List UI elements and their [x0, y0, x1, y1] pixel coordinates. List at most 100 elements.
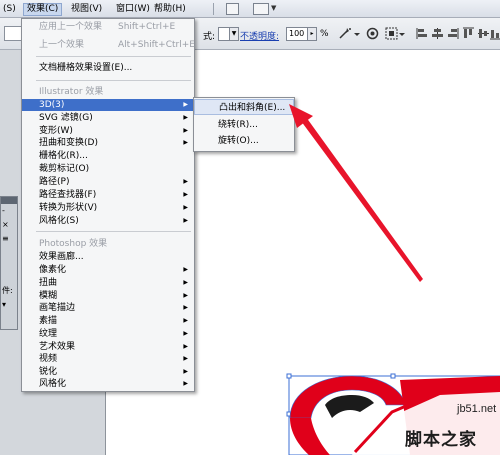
menu-section-illustrator: Illustrator 效果 — [39, 87, 104, 97]
menu-item-stylize-ps[interactable]: 风格化 ▶ — [22, 378, 194, 390]
menu-item-apply-last-effect[interactable]: 应用上一个效果 Shift+Ctrl+E — [22, 21, 194, 33]
panel-header[interactable] — [1, 197, 17, 204]
menu-separator — [36, 80, 191, 81]
isolate-icon[interactable] — [366, 27, 379, 40]
align-right-icon[interactable] — [446, 27, 459, 40]
menu-item-crop-marks[interactable]: 裁剪标记(O) — [22, 163, 194, 175]
menu-item-label: 路径(P) — [39, 177, 70, 187]
menu-item-sharpen[interactable]: 锐化 ▶ — [22, 366, 194, 378]
menu-view[interactable]: 视图(V) — [68, 3, 105, 16]
menu-item-texture[interactable]: 纹理 ▶ — [22, 328, 194, 340]
menu-item-shortcut: Shift+Ctrl+E — [118, 22, 176, 32]
menu-item-shortcut: Alt+Shift+Ctrl+E — [118, 40, 195, 50]
menu-item-label: 画笔描边 — [39, 303, 76, 313]
style-label: 式: — [203, 32, 216, 42]
menu-item-distort-transform[interactable]: 扭曲和变换(D) ▶ — [22, 137, 194, 149]
align-caret-icon[interactable] — [398, 27, 406, 40]
menu-item-label: 变形(W) — [39, 126, 73, 136]
menu-item-brush-strokes[interactable]: 画笔描边 ▶ — [22, 302, 194, 314]
percent-label: % — [320, 29, 329, 39]
menu-item-path[interactable]: 路径(P) ▶ — [22, 176, 194, 188]
menu-item-label: 锐化 — [39, 367, 58, 377]
menu-help[interactable]: 帮助(H) — [151, 3, 189, 16]
menu-item-stylize[interactable]: 风格化(S) ▶ — [22, 215, 194, 227]
menu-item-3d[interactable]: 3D(3) ▶ — [22, 99, 194, 111]
panel-row[interactable]: × — [1, 218, 17, 232]
menu-bar: (S) 效果(C) 视图(V) 窗口(W) 帮助(H) ▼ — [0, 0, 500, 18]
submenu-arrow-icon: ▶ — [183, 279, 188, 286]
menu-item-video[interactable]: 视频 ▶ — [22, 353, 194, 365]
opacity-label[interactable]: 不透明度: — [240, 29, 279, 42]
menu-item-label: 扭曲和变换(D) — [39, 138, 98, 148]
align-center-icon[interactable] — [431, 27, 443, 40]
align-left-icon[interactable] — [416, 27, 428, 40]
menu-item-warp[interactable]: 变形(W) ▶ — [22, 125, 194, 137]
align-middle-icon[interactable] — [477, 27, 489, 40]
style-dropdown[interactable]: ▼ — [229, 27, 239, 41]
menu-item-extrude-bevel[interactable]: 凸出和斜角(E)... — [194, 99, 294, 115]
recolor-caret-icon[interactable] — [353, 27, 361, 40]
panel-row[interactable]: ▾ — [1, 298, 17, 312]
recolor-artwork-icon[interactable] — [338, 27, 351, 40]
align-options-icon[interactable] — [385, 27, 398, 40]
submenu-arrow-icon: ▶ — [183, 368, 188, 375]
floating-panel[interactable]: - × ≡ 件: ▾ — [0, 196, 18, 330]
submenu-arrow-icon: ▶ — [183, 355, 188, 362]
submenu-arrow-icon: ▶ — [183, 304, 188, 311]
submenu-arrow-icon: ▶ — [183, 330, 188, 337]
menu-item-label: 扭曲 — [39, 278, 58, 288]
panel-row: 件: — [2, 286, 13, 295]
menu-item-convert-to-shape[interactable]: 转换为形状(V) ▶ — [22, 202, 194, 214]
menu-item-document-raster-settings[interactable]: 文档栅格效果设置(E)... — [22, 62, 194, 74]
menu-item-label: 上一个效果 — [39, 40, 85, 50]
menu-item-pixelate[interactable]: 像素化 ▶ — [22, 264, 194, 276]
arrange-documents-icon[interactable] — [253, 3, 269, 15]
submenu-arrow-icon: ▶ — [183, 343, 188, 350]
watermark-url: jb51.net — [457, 403, 497, 415]
submenu-3d: 凸出和斜角(E)... 绕转(R)... 旋转(O)... — [193, 97, 295, 152]
menu-item-label: 路径查找器(F) — [39, 190, 97, 200]
submenu-arrow-icon: ▶ — [183, 380, 188, 387]
menu-item-effect-gallery[interactable]: 效果画廊... — [22, 251, 194, 263]
menu-item-distort[interactable]: 扭曲 ▶ — [22, 277, 194, 289]
menu-item-label: 3D(3) — [39, 100, 65, 110]
menu-window[interactable]: 窗口(W) — [113, 3, 153, 16]
menu-section-photoshop: Photoshop 效果 — [39, 239, 108, 249]
menu-select[interactable]: (S) — [0, 3, 19, 16]
menu-item-label: 模糊 — [39, 291, 58, 301]
menu-item-sketch[interactable]: 素描 ▶ — [22, 315, 194, 327]
align-top-icon[interactable] — [462, 27, 474, 40]
menu-item-label: 风格化(S) — [39, 216, 79, 226]
panel-row[interactable]: - — [1, 204, 17, 218]
submenu-arrow-icon: ▶ — [183, 317, 188, 324]
watermark-site-name: 脚本之家 — [405, 430, 477, 450]
submenu-arrow-icon: ▶ — [183, 217, 188, 224]
align-bottom-icon[interactable] — [490, 27, 500, 40]
menu-item-blur[interactable]: 模糊 ▶ — [22, 290, 194, 302]
menu-item-label: SVG 滤镜(G) — [39, 113, 93, 123]
panel-row[interactable]: ≡ — [1, 232, 17, 246]
bridge-icon[interactable] — [226, 3, 239, 15]
menu-item-svg-filters[interactable]: SVG 滤镜(G) ▶ — [22, 112, 194, 124]
menu-item-label: 素描 — [39, 316, 58, 326]
menu-item-label: 艺术效果 — [39, 342, 76, 352]
effect-menu: 应用上一个效果 Shift+Ctrl+E 上一个效果 Alt+Shift+Ctr… — [21, 18, 195, 392]
opacity-input[interactable]: 100 — [286, 27, 308, 41]
submenu-arrow-icon: ▶ — [183, 204, 188, 211]
submenu-arrow-icon: ▶ — [183, 178, 188, 185]
menu-item-label: 纹理 — [39, 329, 58, 339]
menu-item-rasterize[interactable]: 栅格化(R)... — [22, 150, 194, 162]
opacity-dropdown[interactable]: ▸ — [307, 27, 317, 41]
menu-item-rotate[interactable]: 旋转(O)... — [194, 133, 294, 149]
menu-effect[interactable]: 效果(C) — [23, 3, 63, 16]
menu-item-revolve[interactable]: 绕转(R)... — [194, 117, 294, 133]
submenu-arrow-icon: ▶ — [183, 266, 188, 273]
menu-item-label: 视频 — [39, 354, 58, 364]
submenu-arrow-icon: ▶ — [183, 127, 188, 134]
menu-item-pathfinder[interactable]: 路径查找器(F) ▶ — [22, 189, 194, 201]
submenu-arrow-icon: ▶ — [183, 114, 188, 121]
menu-item-artistic[interactable]: 艺术效果 ▶ — [22, 341, 194, 353]
menu-item-last-effect[interactable]: 上一个效果 Alt+Shift+Ctrl+E — [22, 39, 195, 51]
submenu-arrow-icon: ▶ — [183, 139, 188, 146]
chevron-down-icon[interactable]: ▼ — [271, 4, 276, 12]
